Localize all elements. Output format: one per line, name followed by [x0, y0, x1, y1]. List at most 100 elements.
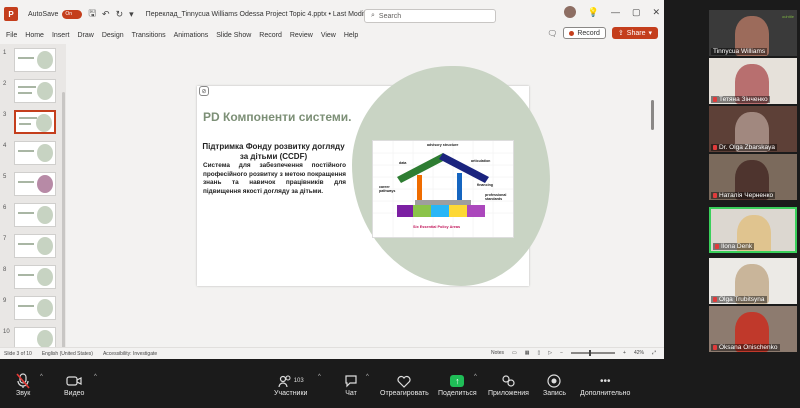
- tab-record[interactable]: Record: [259, 32, 282, 39]
- minimize-icon[interactable]: —: [611, 7, 620, 17]
- diagram-label: professional standards: [485, 193, 507, 202]
- accessibility-status[interactable]: Accessibility: Investigate: [103, 351, 157, 357]
- apps-icon: [501, 372, 516, 390]
- participant-tile[interactable]: Наталія Черненко: [709, 154, 797, 200]
- participant-tile[interactable]: ouhttle Tinnycua Williams: [709, 10, 797, 56]
- editor-scrollbar[interactable]: [651, 100, 654, 130]
- react-button[interactable]: Отреагировать: [380, 372, 429, 397]
- tab-transitions[interactable]: Transitions: [132, 32, 166, 39]
- close-icon[interactable]: ✕: [652, 7, 660, 18]
- zoom-slider[interactable]: [571, 350, 616, 356]
- policy-areas-diagram[interactable]: advisory structure data articulation car…: [372, 140, 514, 238]
- status-bar: Slide 3 of 10 English (United States) Ac…: [0, 347, 664, 359]
- slide-subtitle[interactable]: Підтримка Фонду розвитку догляду за діть…: [201, 142, 346, 162]
- participant-name: Oksana Onischenko: [711, 344, 780, 351]
- tab-design[interactable]: Design: [102, 32, 124, 39]
- slide-thumbnail[interactable]: [14, 48, 56, 72]
- sorter-view-icon[interactable]: ▦: [525, 350, 530, 356]
- slide-thumbnail[interactable]: [14, 327, 56, 347]
- notes-button[interactable]: Notes: [491, 350, 504, 356]
- tab-file[interactable]: File: [6, 32, 17, 39]
- participant-tile[interactable]: Oksana Onischenko: [709, 306, 797, 352]
- diagram-label: data: [399, 161, 407, 165]
- tab-slide-show[interactable]: Slide Show: [216, 32, 251, 39]
- tab-home[interactable]: Home: [25, 32, 44, 39]
- apps-button[interactable]: Приложения: [488, 372, 529, 397]
- zoom-level[interactable]: 42%: [634, 350, 644, 356]
- audio-button[interactable]: Звук: [16, 372, 30, 397]
- video-button[interactable]: Видео: [64, 372, 84, 397]
- participant-tile[interactable]: Тетяна Зінченко: [709, 58, 797, 104]
- audio-options-caret[interactable]: ^: [40, 374, 43, 380]
- slide-body-text[interactable]: Система для забезпечення постійного проф…: [203, 162, 346, 196]
- thumb-number: 10: [3, 329, 10, 335]
- participants-options-caret[interactable]: ^: [318, 374, 321, 380]
- share-screen-button[interactable]: ↑ Поделиться: [438, 372, 477, 397]
- redo-icon[interactable]: ↻: [116, 9, 124, 20]
- zoom-out-icon[interactable]: −: [560, 350, 563, 356]
- slide-thumbnail[interactable]: [14, 296, 56, 320]
- copilot-icon[interactable]: ⊘: [199, 86, 209, 96]
- slideshow-icon[interactable]: ▷: [548, 350, 552, 356]
- participants-label: Участники: [274, 390, 308, 397]
- participant-tile-active-speaker[interactable]: Ilona Denk: [709, 207, 797, 253]
- thumb-number: 2: [3, 81, 7, 87]
- record-meeting-button[interactable]: Запись: [543, 372, 566, 397]
- slide-thumbnail[interactable]: [14, 203, 56, 227]
- slide-thumbnail[interactable]: [14, 141, 56, 165]
- slide-thumbnail[interactable]: [14, 234, 56, 258]
- share-options-caret[interactable]: ^: [474, 374, 477, 380]
- fit-slide-icon[interactable]: ⤢: [652, 350, 656, 356]
- slide-thumbnail-selected[interactable]: [14, 110, 56, 134]
- slide-thumbnail[interactable]: [14, 79, 56, 103]
- participant-tile[interactable]: Olga Trubitsyna: [709, 258, 797, 304]
- thumb-number: 1: [3, 50, 7, 56]
- zoom-in-icon[interactable]: +: [623, 350, 626, 356]
- video-options-caret[interactable]: ^: [94, 374, 97, 380]
- undo-icon[interactable]: ↶: [102, 9, 110, 20]
- restore-icon[interactable]: ▢: [632, 7, 641, 18]
- language-status[interactable]: English (United States): [42, 351, 93, 357]
- account-avatar[interactable]: [563, 6, 576, 18]
- diagram-label: advisory structure: [427, 143, 459, 147]
- slide-thumbnail[interactable]: [14, 172, 56, 196]
- chat-options-caret[interactable]: ^: [366, 374, 369, 380]
- participant-name: Тетяна Зінченко: [711, 96, 770, 103]
- comments-icon[interactable]: 🗨: [547, 29, 557, 38]
- slide-title[interactable]: PD Компоненти системи.: [203, 110, 351, 124]
- share-screen-icon: ↑: [450, 375, 465, 387]
- search-placeholder: Search: [378, 12, 402, 20]
- share-button[interactable]: ⇪ Share ▾: [611, 27, 658, 39]
- tab-help[interactable]: Help: [344, 32, 358, 39]
- powerpoint-window: P AutoSave On 🖫 ↶ ↻ ▾ Переклад_Tinnycua …: [0, 0, 664, 359]
- customize-toolbar-icon[interactable]: ▾: [129, 9, 134, 20]
- normal-view-icon[interactable]: ▭: [512, 350, 517, 356]
- lightbulb-icon[interactable]: 💡: [588, 7, 599, 18]
- record-meeting-label: Запись: [543, 390, 566, 397]
- thumbnails-scrollbar[interactable]: [62, 92, 65, 347]
- participants-button[interactable]: 103 Участники: [274, 372, 307, 397]
- participant-gallery: ouhttle Tinnycua Williams Тетяна Зінченк…: [666, 0, 800, 359]
- tile-badge: ouhttle: [781, 14, 794, 19]
- tab-view[interactable]: View: [321, 32, 336, 39]
- search-box[interactable]: ⌕ Search: [364, 9, 496, 23]
- mic-muted-icon: [715, 244, 719, 249]
- camera-icon: [66, 372, 82, 390]
- save-icon[interactable]: 🖫: [88, 6, 96, 22]
- apps-label: Приложения: [488, 390, 529, 397]
- tab-draw[interactable]: Draw: [77, 32, 93, 39]
- chat-button[interactable]: Чат: [344, 372, 358, 397]
- more-button[interactable]: ••• Дополнительно: [580, 372, 630, 398]
- diagram-label: articulation: [471, 159, 491, 163]
- slide-counter: Slide 3 of 10: [4, 350, 32, 357]
- record-button[interactable]: Record: [563, 27, 606, 39]
- tab-insert[interactable]: Insert: [52, 32, 70, 39]
- reading-view-icon[interactable]: ▯: [538, 350, 541, 356]
- tab-animations[interactable]: Animations: [174, 32, 209, 39]
- slide-thumbnail[interactable]: [14, 265, 56, 289]
- chat-icon: [344, 372, 358, 390]
- participant-tile[interactable]: Dr. Olga Zbarskaya: [709, 106, 797, 152]
- share-label: Share: [626, 29, 646, 37]
- autosave-toggle[interactable]: On: [62, 9, 83, 19]
- tab-review[interactable]: Review: [290, 32, 313, 39]
